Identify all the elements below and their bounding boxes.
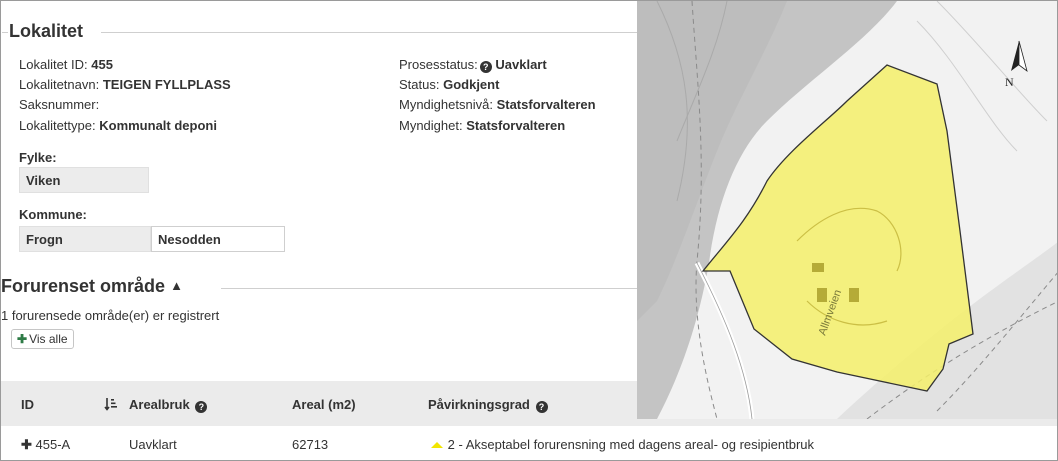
column-header-areal[interactable]: Areal (m2): [292, 397, 356, 412]
column-header-pavirkningsgrad[interactable]: Påvirkningsgrad ?: [428, 397, 548, 413]
cell-areal: 62713: [292, 437, 329, 452]
lokalitet-navn: Lokalitetnavn: TEIGEN FYLLPLASS: [19, 77, 231, 92]
kommune-field-frogn: Frogn: [19, 226, 151, 252]
help-icon[interactable]: ?: [195, 401, 208, 413]
cell-arealbruk: Uavklart: [129, 437, 177, 452]
north-label: N: [1005, 75, 1014, 89]
prosesstatus: Prosesstatus:? Uavklart: [399, 57, 547, 73]
myndighet: Myndighet: Statsforvalteren: [399, 118, 566, 133]
lokalitet-type: Lokalitettype: Kommunalt deponi: [19, 118, 217, 133]
divider: [101, 32, 641, 33]
column-header-id[interactable]: ID: [21, 397, 34, 412]
saksnummer: Saksnummer:: [19, 97, 100, 112]
north-arrow-icon: N: [1005, 40, 1028, 89]
plus-icon: ✚: [21, 437, 32, 452]
divider: [2, 32, 8, 33]
help-icon[interactable]: ?: [479, 61, 492, 73]
sort-icon: [104, 398, 117, 411]
expand-row[interactable]: ✚ 455-A: [21, 437, 70, 453]
fylke-field: Viken: [19, 167, 149, 193]
lokalitet-panel: Lokalitet Lokalitet ID: 455 Lokalitetnav…: [0, 0, 1058, 461]
caret-up-icon: ▲: [170, 278, 183, 293]
help-icon[interactable]: ?: [535, 401, 548, 413]
divider: [221, 288, 641, 289]
plus-icon: ✚: [17, 332, 28, 346]
sort-icon[interactable]: [104, 397, 118, 414]
cell-pavirkningsgrad: 2 - Akseptabel forurensning med dagens a…: [430, 437, 814, 452]
map-canvas: Allmveien N: [637, 1, 1057, 419]
map-view[interactable]: Allmveien N: [637, 1, 1057, 419]
lokalitet-id: Lokalitet ID: 455: [19, 57, 113, 72]
warning-triangle-icon: [431, 442, 443, 448]
lokalitet-title: Lokalitet: [9, 21, 84, 41]
kommune-field-nesodden: Nesodden: [151, 226, 285, 252]
forurenset-count: 1 forurensede område(er) er registrert: [1, 308, 220, 323]
forurenset-title: Forurenset område: [1, 276, 166, 296]
vis-alle-button[interactable]: ✚ Vis alle: [11, 329, 74, 349]
myndighetsniva: Myndighetsnivå: Statsforvalteren: [399, 97, 596, 112]
column-header-arealbruk[interactable]: Arealbruk ?: [129, 397, 208, 413]
kommune-label: Kommune:: [19, 207, 87, 222]
fylke-label: Fylke:: [19, 150, 57, 165]
forurenset-toggle[interactable]: Forurenset område ▲: [1, 276, 183, 297]
status: Status: Godkjent: [399, 77, 500, 92]
